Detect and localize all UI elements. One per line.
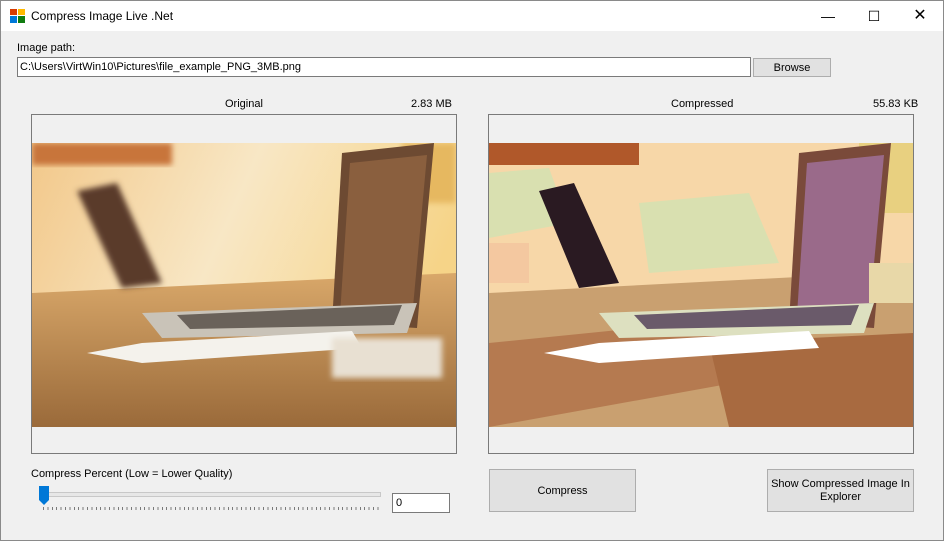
show-in-explorer-label-line1: Show Compressed Image In [771, 477, 910, 490]
browse-button-label: Browse [773, 61, 811, 74]
minimize-button[interactable]: — [805, 1, 851, 31]
close-icon: ✕ [913, 7, 927, 24]
maximize-icon: ☐ [867, 8, 881, 24]
compressed-image [489, 143, 913, 427]
original-image-panel [31, 114, 457, 454]
app-window: Compress Image Live .Net — ☐ ✕ Image pat… [0, 0, 944, 541]
compress-button[interactable]: Compress [489, 469, 636, 512]
original-size: 2.83 MB [411, 98, 452, 110]
maximize-button[interactable]: ☐ [851, 1, 897, 31]
compressed-label: Compressed [671, 98, 734, 110]
compressed-image-panel [488, 114, 914, 454]
original-image [32, 143, 456, 427]
compressed-size: 55.83 KB [873, 98, 919, 110]
minimize-icon: — [821, 8, 835, 24]
window-title: Compress Image Live .Net [31, 9, 174, 23]
slider-ticks [43, 507, 379, 510]
original-label: Original [225, 98, 263, 110]
show-in-explorer-label-line2: Explorer [820, 490, 861, 503]
compress-percent-field[interactable]: 0 [392, 493, 450, 513]
slider-thumb[interactable] [39, 486, 49, 505]
compress-percent-label: Compress Percent (Low = Lower Quality) [31, 468, 233, 480]
compress-percent-slider[interactable] [43, 492, 381, 497]
image-path-field[interactable]: C:\Users\VirtWin10\Pictures\file_example… [17, 57, 751, 77]
app-icon [10, 9, 25, 23]
show-in-explorer-button[interactable]: Show Compressed Image In Explorer [767, 469, 914, 512]
close-button[interactable]: ✕ [897, 1, 943, 31]
image-path-label: Image path: [17, 42, 76, 54]
title-bar[interactable]: Compress Image Live .Net — ☐ ✕ [1, 1, 943, 31]
compress-button-label: Compress [537, 484, 588, 497]
browse-button[interactable]: Browse [753, 58, 831, 77]
